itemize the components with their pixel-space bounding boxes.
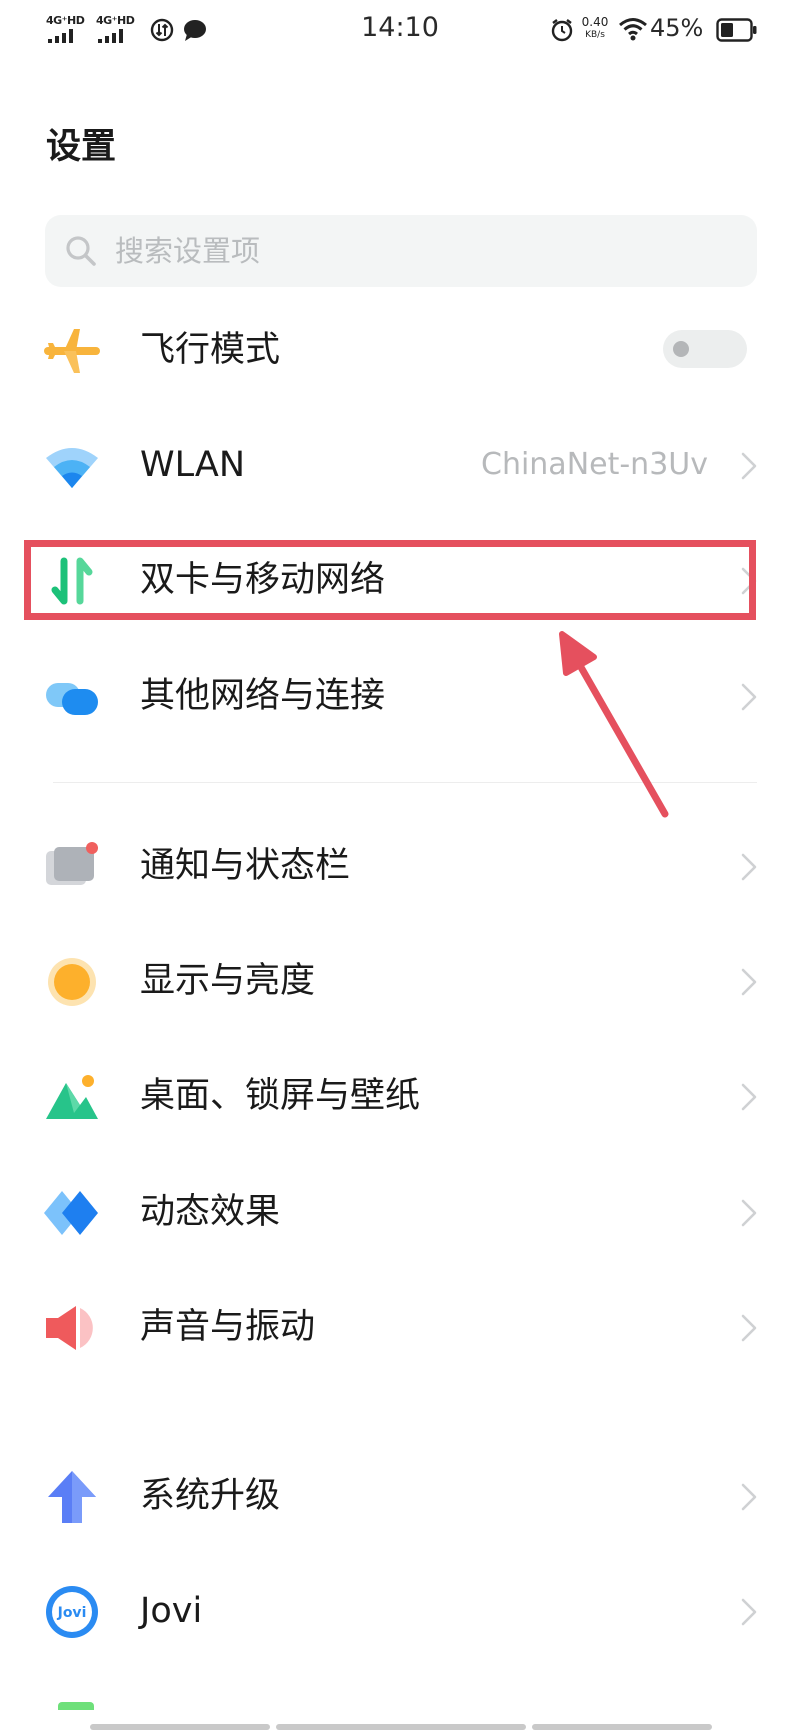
search-icon: [66, 236, 96, 266]
chevron-right-icon: [741, 853, 757, 881]
chevron-right-icon: [741, 683, 757, 711]
settings-item-jovi[interactable]: Jovi Jovi: [0, 1556, 800, 1666]
chevron-right-icon: [741, 1314, 757, 1342]
settings-item-animation[interactable]: 动态效果: [0, 1157, 800, 1267]
section-divider: [53, 782, 757, 783]
highlight-box: [24, 540, 756, 620]
settings-item-sound[interactable]: 声音与振动: [0, 1272, 800, 1382]
home-indicator: [532, 1724, 712, 1730]
settings-item-display-brightness[interactable]: 显示与亮度: [0, 926, 800, 1036]
partial-next-item-icon: [58, 1702, 94, 1710]
notification-icon: [46, 842, 98, 885]
settings-item-notifications[interactable]: 通知与状态栏: [0, 811, 800, 921]
wifi-icon: [46, 448, 98, 488]
animation-icon: [44, 1191, 98, 1235]
toggle-knob: [673, 341, 689, 357]
connection-icon: [46, 683, 98, 715]
chevron-right-icon: [741, 1483, 757, 1511]
battery-percent: 45%: [650, 14, 704, 42]
wallpaper-icon: [46, 1075, 98, 1119]
wlan-network-name: ChinaNet-n3Uv: [481, 447, 708, 482]
network-speed: 0.40 KB/s: [581, 15, 609, 41]
chevron-right-icon: [741, 1199, 757, 1227]
settings-item-wlan[interactable]: WLAN ChinaNet-n3Uv: [0, 410, 800, 520]
upgrade-icon: [48, 1471, 96, 1523]
page-title: 设置: [46, 127, 117, 167]
chevron-right-icon: [741, 1083, 757, 1111]
home-indicator: [90, 1724, 270, 1730]
settings-item-other-networks[interactable]: 其他网络与连接: [0, 641, 800, 751]
home-indicator: [276, 1724, 526, 1730]
alarm-icon: [551, 19, 573, 42]
airplane-mode-toggle[interactable]: [663, 330, 747, 368]
search-bar[interactable]: [45, 215, 757, 287]
brightness-icon: [48, 958, 96, 1006]
sound-icon: [46, 1306, 93, 1350]
wifi-status-icon: [619, 18, 647, 41]
jovi-logo-text: Jovi: [57, 1605, 87, 1621]
jovi-icon: Jovi: [46, 1586, 98, 1638]
chevron-right-icon: [741, 1598, 757, 1626]
search-input[interactable]: [115, 229, 715, 273]
chevron-right-icon: [741, 968, 757, 996]
airplane-icon: [44, 329, 100, 373]
settings-item-wallpaper[interactable]: 桌面、锁屏与壁纸: [0, 1041, 800, 1151]
chevron-right-icon: [741, 452, 757, 480]
battery-icon: [716, 18, 757, 42]
status-bar: 4G⁺HD 4G⁺HD 14:10 0.40 KB/s 45%: [0, 0, 800, 62]
settings-item-system-upgrade[interactable]: 系统升级: [0, 1441, 800, 1551]
